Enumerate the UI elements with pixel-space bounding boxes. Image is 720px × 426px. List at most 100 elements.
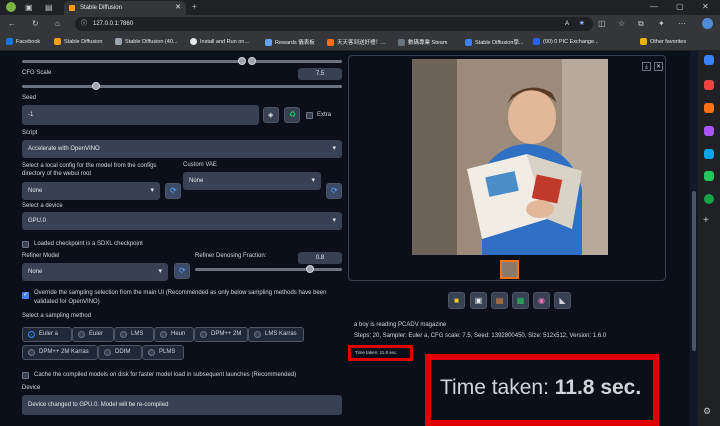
site-info-icon[interactable]: ⓘ: [81, 17, 87, 31]
zip-icon: ▤: [495, 296, 504, 305]
config-refresh-button[interactable]: ⟳: [165, 183, 181, 199]
seed-input[interactable]: -1: [22, 105, 259, 125]
generated-image[interactable]: [412, 59, 608, 255]
radio-icon: [148, 349, 155, 356]
config-label: Select a local config for the model from…: [22, 163, 157, 177]
send-to-img2img-button[interactable]: ▦: [512, 292, 529, 309]
cfg-value-input[interactable]: 7.5: [298, 68, 342, 80]
batch-slider[interactable]: [250, 60, 342, 63]
bookmark-sd[interactable]: Stable Diffusion: [54, 38, 102, 45]
settings-gear-icon[interactable]: ⚙: [703, 406, 711, 417]
tab-actions-icon[interactable]: ▤: [45, 3, 53, 13]
radio-icon: [160, 331, 167, 338]
refiner-dropdown[interactable]: None: [22, 263, 168, 281]
refiner-frac-input[interactable]: 0.8: [298, 252, 342, 264]
width-slider-thumb[interactable]: [238, 57, 246, 65]
tab-close-icon[interactable]: ✕: [175, 1, 181, 15]
gift-icon: [327, 39, 334, 47]
bookmark-other[interactable]: Other favorites: [640, 38, 686, 45]
refresh-icon[interactable]: ↻: [32, 19, 39, 29]
sdxl-label: Loaded checkpoint is a SDXL checkpoint: [34, 241, 143, 247]
extensions-icon[interactable]: ✦: [658, 19, 665, 29]
download-icon[interactable]: ⤓: [642, 62, 651, 71]
time-zoom-callout: Time taken: 11.8 sec.: [425, 354, 659, 426]
search-icon[interactable]: [704, 55, 714, 65]
sampler-dpm2m-karras[interactable]: DPM++ 2M Karras: [22, 345, 98, 360]
profile-avatar[interactable]: [6, 2, 16, 12]
sampler-heun[interactable]: Heun: [154, 327, 194, 342]
games-icon[interactable]: [704, 126, 714, 136]
sdxl-checkbox[interactable]: [22, 241, 29, 248]
close-gallery-icon[interactable]: ✕: [654, 62, 663, 71]
bookmark-rewards[interactable]: Rewards 儀表板: [265, 38, 315, 47]
vae-dropdown[interactable]: None: [183, 172, 321, 190]
script-dropdown[interactable]: Accelerate with OpenVINO: [22, 140, 342, 158]
bookmark-sd-learn[interactable]: Stable Diffusion學...: [465, 38, 524, 47]
width-slider[interactable]: [22, 60, 244, 63]
spotify-icon[interactable]: [704, 194, 714, 204]
cfg-slider-thumb[interactable]: [92, 82, 100, 90]
open-folder-button[interactable]: ■: [448, 292, 465, 309]
window-close-icon[interactable]: ✕: [702, 2, 709, 12]
maximize-icon[interactable]: ▢: [676, 2, 684, 12]
url-field[interactable]: ⓘ 127.0.0.1:7860 A ★: [75, 17, 593, 31]
send-to-extras-button[interactable]: ◣: [554, 292, 571, 309]
bookmark-steam[interactable]: 數碼專業 Steam: [398, 38, 447, 47]
menu-dots-icon[interactable]: ⋯: [678, 19, 686, 29]
copilot-icon[interactable]: [702, 18, 713, 29]
cfg-slider[interactable]: [22, 85, 342, 88]
sampler-lms-karras[interactable]: LMS Karras: [248, 327, 304, 342]
thumbnail[interactable]: [500, 260, 519, 279]
back-icon[interactable]: ←: [8, 19, 16, 29]
bookmark-install[interactable]: Install and Run on...: [190, 38, 249, 45]
drop-icon[interactable]: [704, 171, 714, 181]
bookmark-facebook[interactable]: Facebook: [6, 38, 40, 45]
sd-learn-icon: [465, 39, 472, 47]
scroll-thumb[interactable]: [692, 191, 696, 351]
bookmark-pic[interactable]: (00) 0 PIC Exchange...: [533, 38, 599, 45]
bookmark-sd40[interactable]: Stable Diffusion (40...: [115, 38, 177, 45]
address-toolbar: ← ↻ ⌂ ⓘ 127.0.0.1:7860 A ★ ◫ ☆ ⧉ ✦ ⋯: [0, 15, 720, 33]
zip-button[interactable]: ▤: [491, 292, 508, 309]
dice-button[interactable]: ◈: [263, 107, 279, 123]
sampler-dpm2m[interactable]: DPM++ 2M: [194, 327, 248, 342]
read-aloud-icon[interactable]: A: [565, 17, 569, 31]
config-dropdown[interactable]: None: [22, 182, 160, 200]
tab-title: Stable Diffusion: [80, 5, 122, 11]
batch-slider-thumb[interactable]: [248, 57, 256, 65]
tools-icon[interactable]: [704, 103, 714, 113]
sampler-euler[interactable]: Euler: [72, 327, 114, 342]
shopping-icon[interactable]: [704, 80, 714, 90]
vae-refresh-button[interactable]: ⟳: [326, 183, 342, 199]
device-dropdown[interactable]: GPU.0: [22, 212, 342, 230]
home-icon[interactable]: ⌂: [55, 19, 60, 29]
favorite-star-icon[interactable]: ★: [579, 17, 585, 31]
save-button[interactable]: ▣: [470, 292, 487, 309]
pic-icon: [533, 38, 540, 45]
minimize-icon[interactable]: —: [650, 2, 658, 12]
refiner-refresh-button[interactable]: ⟳: [174, 263, 190, 279]
sampler-ddim[interactable]: DDIM: [98, 345, 142, 360]
sampler-euler-a[interactable]: Euler a: [22, 327, 72, 342]
page-scrollbar[interactable]: [690, 51, 698, 426]
override-checkbox[interactable]: ✓: [22, 292, 29, 299]
extra-checkbox[interactable]: [306, 112, 313, 119]
sampler-plms[interactable]: PLMS: [142, 345, 184, 360]
collections-icon[interactable]: ⧉: [638, 19, 644, 29]
send-to-inpaint-button[interactable]: ◉: [533, 292, 550, 309]
refiner-frac-slider[interactable]: [195, 268, 342, 271]
refiner-frac-thumb[interactable]: [306, 265, 314, 273]
browser-tab[interactable]: Stable Diffusion ✕: [64, 1, 186, 15]
sampler-lms[interactable]: LMS: [114, 327, 154, 342]
cache-checkbox[interactable]: [22, 372, 29, 379]
workspaces-icon[interactable]: ▣: [25, 3, 33, 13]
recycle-button[interactable]: ♻: [284, 107, 300, 123]
bookmark-gift[interactable]: 天天客到送好禮！...: [327, 38, 386, 47]
recycle-icon: ♻: [289, 110, 297, 119]
favorites-icon[interactable]: ☆: [618, 19, 625, 29]
new-tab-icon[interactable]: +: [192, 2, 197, 12]
url-text: 127.0.0.1:7860: [93, 21, 134, 27]
split-screen-icon[interactable]: ◫: [598, 19, 606, 29]
add-icon[interactable]: +: [703, 215, 709, 226]
office-icon[interactable]: [704, 149, 714, 159]
